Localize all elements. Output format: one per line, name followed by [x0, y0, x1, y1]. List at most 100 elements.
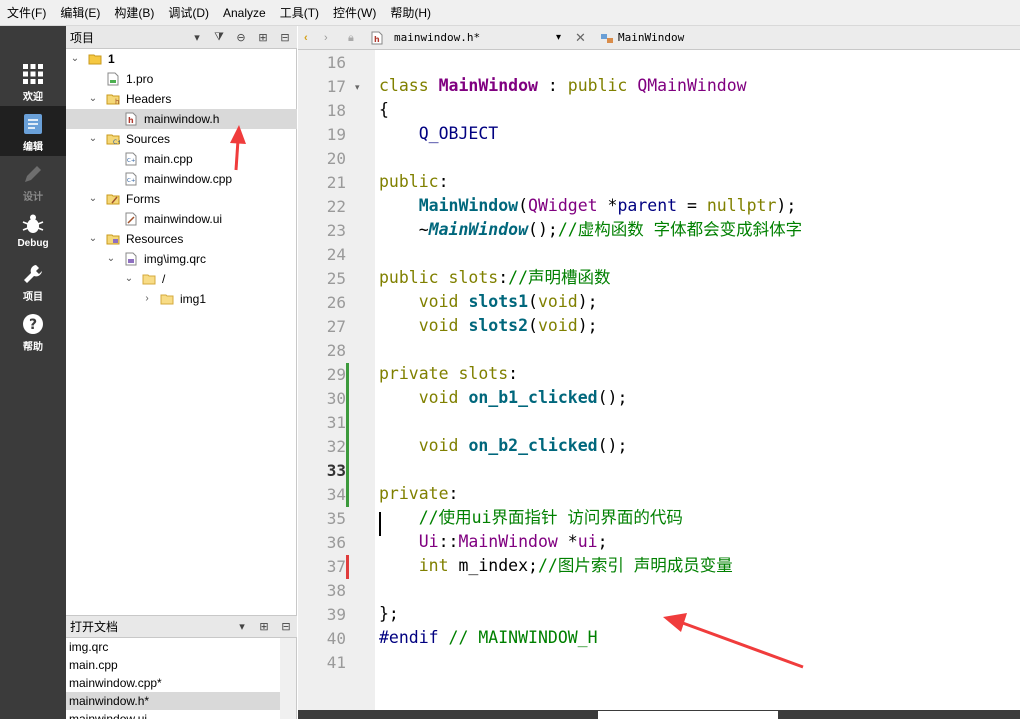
- code-line-40: #endif // MAINWINDOW_H: [379, 628, 598, 647]
- pro-file-icon: [107, 72, 119, 86]
- chevron-down-icon[interactable]: ⌄: [87, 129, 99, 149]
- dropdown-arrow-icon[interactable]: ▾: [231, 616, 253, 638]
- open-doc-item[interactable]: mainwindow.ui: [66, 710, 280, 719]
- tree-item-forms[interactable]: ⌄ Forms: [66, 189, 297, 209]
- chevron-down-icon[interactable]: ⌄: [69, 49, 81, 69]
- svg-text:C+: C+: [127, 178, 136, 184]
- document-icon: [24, 114, 42, 134]
- menu-debug[interactable]: 调试(D): [161, 0, 216, 26]
- code-line-35: //使用ui界面指针 访问界面的代码: [418, 508, 683, 527]
- line-number: 29: [326, 365, 346, 384]
- mode-bar: 欢迎 编辑 设计 Debug 项目 ? 帮助: [0, 26, 66, 719]
- close-pane-icon[interactable]: ⊟: [275, 616, 297, 638]
- svg-text:C+: C+: [127, 158, 136, 164]
- line-number: 20: [326, 149, 346, 168]
- chevron-right-icon[interactable]: ›: [141, 289, 153, 309]
- fold-toggle-icon[interactable]: ▾: [355, 75, 360, 99]
- forms-folder-icon: [106, 194, 120, 205]
- code-line-22: MainWindow(QWidget *parent = nullptr);: [418, 196, 797, 215]
- mode-label: 欢迎: [23, 92, 43, 103]
- tree-label: Forms: [126, 192, 160, 206]
- tree-item-mainwindow-ui[interactable]: mainwindow.ui: [66, 209, 297, 229]
- tree-item-img1[interactable]: › img1: [66, 289, 297, 309]
- mode-welcome[interactable]: 欢迎: [0, 56, 66, 106]
- close-pane-icon[interactable]: ⊟: [274, 26, 296, 48]
- filter-icon[interactable]: ⧩: [208, 26, 230, 48]
- menu-tools[interactable]: 工具(T): [273, 0, 326, 26]
- grid-icon: [23, 64, 43, 84]
- project-tree: ⌄ 1 1.pro ⌄ h Headers h mainwindow.h ⌄ C…: [66, 49, 297, 615]
- menu-bar: 文件(F) 编辑(E) 构建(B) 调试(D) Analyze 工具(T) 控件…: [0, 0, 1020, 26]
- line-number: 26: [326, 293, 346, 312]
- menu-edit[interactable]: 编辑(E): [53, 0, 107, 26]
- dropdown-arrow-icon[interactable]: ▾: [186, 26, 208, 48]
- chevron-down-icon[interactable]: ⌄: [87, 189, 99, 209]
- open-doc-item[interactable]: mainwindow.cpp*: [66, 674, 280, 692]
- code-line-19: Q_OBJECT: [418, 124, 499, 143]
- scrollbar[interactable]: [280, 638, 296, 719]
- back-icon[interactable]: ‹: [304, 26, 308, 50]
- line-number: 22: [326, 197, 346, 216]
- open-doc-item[interactable]: mainwindow.h*: [66, 692, 280, 710]
- tree-item-sources[interactable]: ⌄ C+ Sources: [66, 129, 297, 149]
- open-docs-title: 打开文档: [70, 620, 119, 634]
- line-number: 19: [326, 125, 346, 144]
- tree-item-headers[interactable]: ⌄ h Headers: [66, 89, 297, 109]
- open-doc-item[interactable]: main.cpp: [66, 656, 280, 674]
- chevron-down-icon[interactable]: ⌄: [105, 249, 117, 269]
- code-editor[interactable]: class MainWindow : public QMainWindow { …: [375, 50, 1020, 710]
- sources-folder-icon: C+: [106, 134, 120, 146]
- mode-debug[interactable]: Debug: [0, 206, 66, 256]
- change-marker: [346, 555, 349, 579]
- mode-label: Debug: [17, 238, 49, 249]
- change-marker: [346, 363, 349, 387]
- search-input[interactable]: [598, 711, 778, 719]
- qrc-file-icon: [125, 252, 137, 266]
- file-tab[interactable]: mainwindow.h*: [394, 26, 480, 50]
- code-line-17: class MainWindow : public QMainWindow: [379, 76, 747, 95]
- line-number: 27: [326, 317, 346, 336]
- menu-controls[interactable]: 控件(W): [326, 0, 383, 26]
- tree-item-main-cpp[interactable]: C+ main.cpp: [66, 149, 297, 169]
- tree-item-project[interactable]: ⌄ 1: [66, 49, 297, 69]
- mode-help[interactable]: ? 帮助: [0, 306, 66, 356]
- menu-help[interactable]: 帮助(H): [383, 0, 438, 26]
- cpp-file-icon: C+: [125, 172, 137, 186]
- menu-build[interactable]: 构建(B): [107, 0, 161, 26]
- chevron-down-icon[interactable]: ⌄: [87, 89, 99, 109]
- line-number: 40: [326, 629, 346, 648]
- tree-item-mainwindow-h[interactable]: h mainwindow.h: [66, 109, 297, 129]
- line-number: 23: [326, 221, 346, 240]
- forward-icon[interactable]: ›: [324, 26, 328, 50]
- svg-text:h: h: [128, 116, 134, 125]
- code-line-27: void slots2(void);: [418, 316, 598, 335]
- menu-file[interactable]: 文件(F): [0, 0, 53, 26]
- tree-item-resources[interactable]: ⌄ Resources: [66, 229, 297, 249]
- mode-label: 帮助: [23, 342, 43, 353]
- close-icon[interactable]: ✕: [575, 26, 586, 50]
- link-icon[interactable]: ⊖: [230, 26, 252, 48]
- open-doc-item[interactable]: img.qrc: [66, 638, 280, 656]
- menu-analyze[interactable]: Analyze: [216, 0, 273, 26]
- header-file-icon: h: [125, 112, 137, 126]
- chevron-down-icon[interactable]: ⌄: [123, 269, 135, 289]
- dropdown-arrow-icon[interactable]: ▾: [556, 26, 561, 50]
- tree-item-qrc[interactable]: ⌄ img\img.qrc: [66, 249, 297, 269]
- tree-item-pro-file[interactable]: 1.pro: [66, 69, 297, 89]
- chevron-down-icon[interactable]: ⌄: [87, 229, 99, 249]
- tree-item-mainwindow-cpp[interactable]: C+ mainwindow.cpp: [66, 169, 297, 189]
- code-line-34: private:: [379, 484, 459, 503]
- folder-icon: [142, 274, 156, 285]
- lock-icon: 🔒︎: [348, 32, 354, 44]
- split-icon[interactable]: ⊞: [252, 26, 274, 48]
- mode-projects[interactable]: 项目: [0, 256, 66, 306]
- mode-edit[interactable]: 编辑: [0, 106, 66, 156]
- tree-label: Resources: [126, 232, 184, 246]
- tree-label: mainwindow.h: [144, 112, 220, 126]
- symbol-dropdown[interactable]: MainWindow: [618, 26, 684, 50]
- ui-file-icon: [125, 212, 137, 226]
- project-pane-header: 项目 ▾ ⧩ ⊖ ⊞ ⊟: [66, 26, 297, 49]
- split-icon[interactable]: ⊞: [253, 616, 275, 638]
- mode-design[interactable]: 设计: [0, 156, 66, 206]
- tree-item-prefix[interactable]: ⌄ /: [66, 269, 297, 289]
